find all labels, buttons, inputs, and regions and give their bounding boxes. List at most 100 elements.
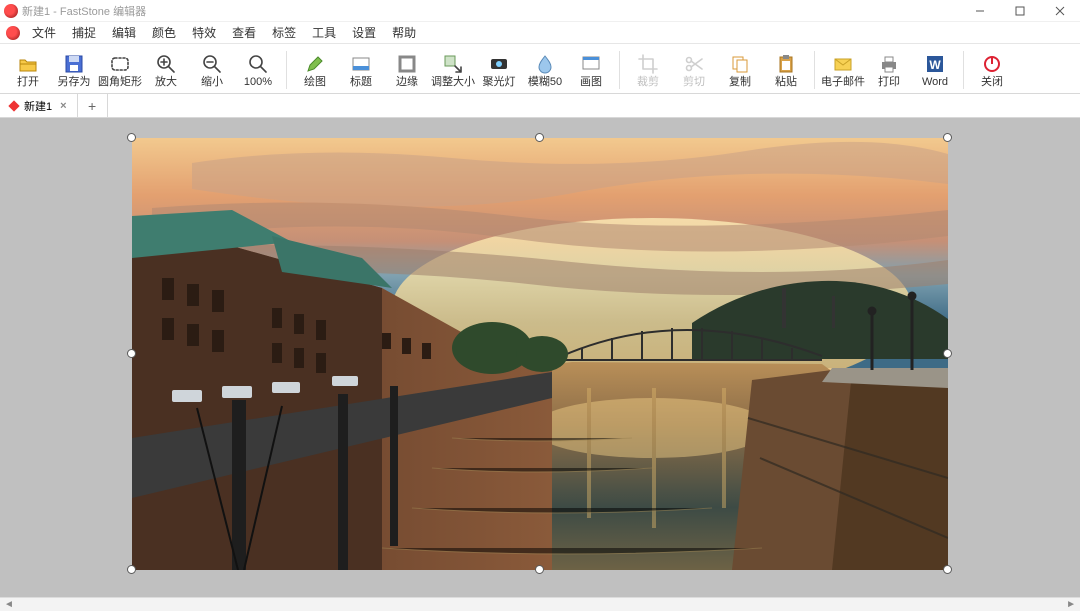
spotlight-button[interactable]: 聚光灯	[477, 48, 521, 92]
cut-button: 剪切	[672, 48, 716, 92]
roundrect-button[interactable]: 圆角矩形	[98, 48, 142, 92]
pencil-icon	[304, 53, 326, 75]
modified-icon	[8, 100, 19, 111]
window-close-button[interactable]	[1040, 0, 1080, 22]
tab-label: 新建1	[24, 98, 52, 114]
caption-button[interactable]: 标题	[339, 48, 383, 92]
app-menu-icon[interactable]	[6, 26, 20, 40]
cut-label: 剪切	[683, 76, 705, 88]
handle-sw[interactable]	[127, 565, 136, 574]
blur-icon	[534, 53, 556, 75]
handle-e[interactable]	[943, 349, 952, 358]
blur50-button[interactable]: 模糊50	[523, 48, 567, 92]
edge-label: 边缘	[396, 76, 418, 88]
menu-5[interactable]: 查看	[224, 22, 264, 43]
email-button[interactable]: 电子邮件	[821, 48, 865, 92]
handle-w[interactable]	[127, 349, 136, 358]
copy-button[interactable]: 复制	[718, 48, 762, 92]
zoomin-label: 放大	[155, 76, 177, 88]
toolbar-separator	[619, 51, 620, 89]
resize-icon	[442, 53, 464, 75]
zoom100-button[interactable]: 100%	[236, 48, 280, 92]
print-button[interactable]: 打印	[867, 48, 911, 92]
menu-3[interactable]: 颜色	[144, 22, 184, 43]
menu-1[interactable]: 捕捉	[64, 22, 104, 43]
screenshot-label: 画图	[580, 76, 602, 88]
printer-icon	[878, 53, 900, 75]
canvas-workspace	[0, 118, 1080, 597]
word-icon: W	[924, 53, 946, 75]
screenshot-button[interactable]: 画图	[569, 48, 613, 92]
open-label: 打开	[17, 76, 39, 88]
saveas-label: 另存为	[58, 76, 91, 88]
window-min-button[interactable]	[960, 0, 1000, 22]
frame-icon	[580, 53, 602, 75]
blur50-label: 模糊50	[528, 76, 562, 88]
handle-se[interactable]	[943, 565, 952, 574]
menu-9[interactable]: 帮助	[384, 22, 424, 43]
scroll-right-icon[interactable]: ►	[1066, 599, 1076, 610]
canvas-image[interactable]	[132, 138, 948, 570]
zoom-in-icon	[155, 53, 177, 75]
scissors-icon	[683, 53, 705, 75]
toolbar-separator	[286, 51, 287, 89]
crop-icon	[637, 53, 659, 75]
window-title: 新建1 - FastStone 编辑器	[22, 3, 146, 19]
spotlight-label: 聚光灯	[483, 76, 516, 88]
roundrect-icon	[109, 53, 131, 75]
edge-button[interactable]: 边缘	[385, 48, 429, 92]
menu-6[interactable]: 标签	[264, 22, 304, 43]
document-tab[interactable]: 新建1 ×	[0, 94, 78, 117]
draw-button[interactable]: 绘图	[293, 48, 337, 92]
app-icon	[4, 4, 18, 18]
menubar: 文件捕捉编辑颜色特效查看标签工具设置帮助	[0, 22, 1080, 44]
menu-7[interactable]: 工具	[304, 22, 344, 43]
power-icon	[981, 53, 1003, 75]
email-label: 电子邮件	[821, 76, 865, 88]
scroll-left-icon[interactable]: ◄	[4, 599, 14, 610]
handle-s[interactable]	[535, 565, 544, 574]
folder-icon	[17, 53, 39, 75]
saveas-button[interactable]: 另存为	[52, 48, 96, 92]
paste-button[interactable]: 粘贴	[764, 48, 808, 92]
print-label: 打印	[878, 76, 900, 88]
tabbar: 新建1 × +	[0, 94, 1080, 118]
copies-icon	[729, 53, 751, 75]
edge-icon	[396, 53, 418, 75]
menu-8[interactable]: 设置	[344, 22, 384, 43]
caption-icon	[350, 53, 372, 75]
crop-button: 裁剪	[626, 48, 670, 92]
tab-close-button[interactable]: ×	[58, 100, 68, 112]
roundrect-label: 圆角矩形	[98, 76, 142, 88]
zoomin-button[interactable]: 放大	[144, 48, 188, 92]
paste-label: 粘贴	[775, 76, 797, 88]
svg-text:W: W	[929, 58, 941, 72]
tab-add-button[interactable]: +	[78, 94, 108, 117]
resize-button[interactable]: 调整大小	[431, 48, 475, 92]
spotlight-icon	[488, 53, 510, 75]
handle-nw[interactable]	[127, 133, 136, 142]
close-label: 关闭	[981, 76, 1003, 88]
zoom-out-icon	[201, 53, 223, 75]
zoomout-button[interactable]: 缩小	[190, 48, 234, 92]
close-button[interactable]: 关闭	[970, 48, 1014, 92]
canvas-selection[interactable]	[132, 138, 948, 570]
floppy-icon	[63, 53, 85, 75]
word-label: Word	[922, 76, 948, 88]
zoom-100-icon	[247, 53, 269, 75]
draw-label: 绘图	[304, 76, 326, 88]
toolbar-separator	[963, 51, 964, 89]
toolbar: 打开 另存为圆角矩形 放大 缩小100% 绘图 标题边缘 调整大小聚光灯模糊50 画图 裁剪剪切…	[0, 44, 1080, 94]
handle-n[interactable]	[535, 133, 544, 142]
menu-2[interactable]: 编辑	[104, 22, 144, 43]
horizontal-scrollbar[interactable]: ◄ ►	[0, 597, 1080, 611]
handle-ne[interactable]	[943, 133, 952, 142]
open-button[interactable]: 打开	[6, 48, 50, 92]
menu-0[interactable]: 文件	[24, 22, 64, 43]
envelope-icon	[832, 53, 854, 75]
word-button[interactable]: W Word	[913, 48, 957, 92]
menu-4[interactable]: 特效	[184, 22, 224, 43]
copy-label: 复制	[729, 76, 751, 88]
window-max-button[interactable]	[1000, 0, 1040, 22]
resize-label: 调整大小	[431, 76, 475, 88]
